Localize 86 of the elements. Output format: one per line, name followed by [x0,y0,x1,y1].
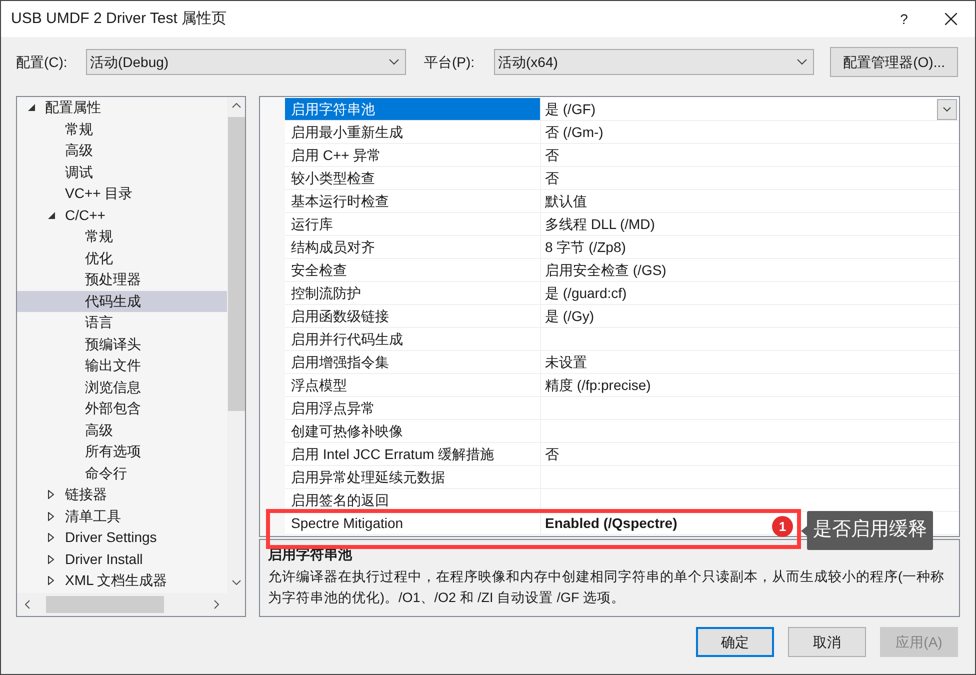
property-name[interactable]: 安全检查 [285,259,541,281]
tree-item[interactable]: 输出文件 [85,355,141,376]
tooltip-pointer-icon [801,526,807,536]
property-name[interactable]: 启用字符串池 [285,98,541,120]
config-dropdown[interactable]: 活动(Debug) [86,49,406,75]
tree-item[interactable]: 配置属性 [45,97,101,118]
property-name[interactable]: 启用 Intel JCC Erratum 缓解措施 [285,443,541,465]
config-label: 配置(C): [16,52,68,72]
property-name[interactable]: 控制流防护 [285,282,541,304]
property-value[interactable]: 默认值 [545,190,959,212]
property-value[interactable]: 是 (/GF) [545,98,937,120]
dialog-button[interactable]: 确定 [696,627,774,657]
config-manager-button[interactable]: 配置管理器(O)... [830,47,958,77]
description-text: 允许编译器在执行过程中，在程序映像和内存中创建相同字符串的单个只读副本，从而生成较小的程序(一种称为字符串池的优化)。/O1、/O2 和 /ZI 自动设置 /GF 选项。 [268,568,946,607]
property-name[interactable]: 启用最小重新生成 [285,121,541,143]
scroll-down-icon[interactable] [232,580,240,585]
dropdown-button[interactable] [937,98,957,120]
tree-item[interactable]: C/C++ [65,204,106,226]
scroll-left-icon[interactable] [25,600,30,609]
scroll-right-icon[interactable] [214,600,219,609]
tree-item[interactable]: 常规 [85,226,113,248]
collapsed-icon[interactable] [48,512,54,521]
property-value[interactable]: 多线程 DLL (/MD) [545,214,959,234]
chevron-down-icon [389,59,399,65]
tree-item[interactable]: 链接器 [65,484,107,506]
scroll-up-icon[interactable] [232,103,240,108]
platform-dropdown[interactable]: 活动(x64) [494,49,814,75]
collapsed-icon[interactable] [48,533,54,542]
tree-item[interactable]: 清单工具 [65,506,121,527]
window-title: USB UMDF 2 Driver Test 属性页 [11,8,228,29]
tree-item[interactable]: 高级 [85,420,113,441]
property-name[interactable]: 运行库 [285,213,541,235]
scroll-thumb[interactable] [228,117,244,411]
tree-item[interactable]: 调试 [65,162,93,183]
property-value[interactable]: 否 [545,144,959,166]
chevron-down-icon [797,59,807,65]
property-value[interactable]: 否 [545,444,959,464]
property-name[interactable]: 启用签名的返回 [285,489,541,511]
property-value[interactable]: 否 (/Gm-) [545,122,959,142]
tree-item[interactable]: 常规 [65,118,93,140]
property-name[interactable]: 创建可热修补映像 [285,420,541,442]
property-name[interactable]: 较小类型检查 [285,167,541,189]
tree-item[interactable]: XML 文档生成器 [65,570,168,592]
property-value[interactable]: 否 [545,168,959,188]
property-name[interactable]: 浮点模型 [285,374,541,396]
property-name[interactable]: 基本运行时检查 [285,190,541,212]
tree-item[interactable]: 命令行 [85,462,127,484]
property-value[interactable]: 是 (/guard:cf) [545,282,959,304]
dialog-button[interactable]: 取消 [788,627,866,657]
platform-label: 平台(P): [424,52,476,72]
tree-item[interactable]: 浏览信息 [85,376,141,398]
tree-item[interactable]: 所有选项 [85,441,141,462]
help-button[interactable]: ? [881,8,927,30]
close-icon[interactable] [945,13,957,25]
property-name[interactable]: 启用并行代码生成 [285,328,541,350]
property-value[interactable]: 启用安全检查 (/GS) [545,260,959,280]
collapsed-icon[interactable] [48,490,54,500]
tree-item[interactable]: VC++ 目录 [65,183,133,204]
tree-item[interactable]: 语言 [85,312,113,334]
property-name[interactable]: 结构成员对齐 [285,236,541,258]
property-name[interactable]: 启用函数级链接 [285,305,541,327]
property-value[interactable]: 精度 (/fp:precise) [545,374,959,396]
expanded-icon[interactable] [28,104,34,112]
collapsed-icon[interactable] [48,576,54,586]
chevron-down-icon [943,106,951,112]
property-value[interactable]: 是 (/Gy) [545,306,959,326]
property-name[interactable]: 启用 C++ 异常 [285,144,541,166]
property-name[interactable]: 启用异常处理延续元数据 [285,466,541,488]
property-name[interactable]: Spectre Mitigation [285,512,541,534]
tree-item[interactable]: 高级 [65,140,93,162]
tree-item[interactable]: 预处理器 [85,269,141,290]
property-value[interactable]: 8 字节 (/Zp8) [545,236,959,258]
tree-item[interactable]: Driver Install [65,548,143,570]
property-name[interactable]: 启用增强指令集 [285,351,541,373]
tree-item[interactable]: 优化 [85,248,113,269]
tree-item[interactable]: 外部包含 [85,398,141,420]
scroll-thumb[interactable] [46,596,164,613]
property-name[interactable]: 启用浮点异常 [285,397,541,419]
tree-item[interactable]: 预编译头 [85,334,141,355]
collapsed-icon[interactable] [48,554,54,564]
callout-text: 是否启用缓释 [807,511,933,550]
vertical-scrollbar[interactable] [227,97,245,593]
horizontal-scrollbar[interactable] [17,593,245,616]
property-value[interactable]: 未设置 [545,352,959,372]
expanded-icon[interactable] [48,212,54,219]
tree-item[interactable]: Driver Settings [65,527,157,548]
